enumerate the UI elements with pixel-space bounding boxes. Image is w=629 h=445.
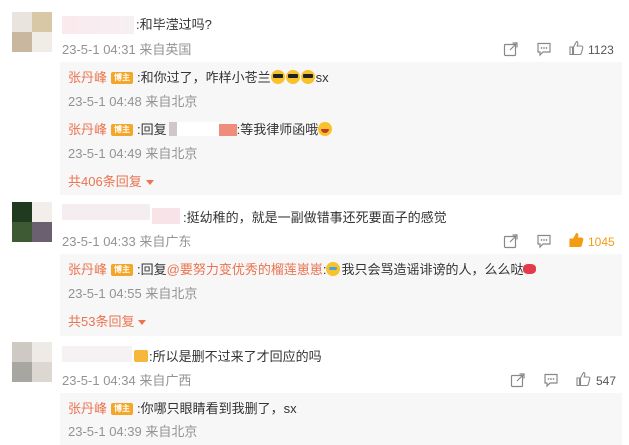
reply-text: 张丹峰 博主:你哪只眼睛看到我删了，sx <box>68 401 297 417</box>
avatar[interactable] <box>12 342 52 382</box>
comment-location: 来自广西 <box>139 373 192 388</box>
share-icon[interactable] <box>510 372 526 388</box>
reply-time: 23-5-1 04:39 <box>68 424 142 439</box>
thumbs-up-icon[interactable] <box>568 40 584 56</box>
reply-author[interactable]: 张丹峰 <box>68 262 107 277</box>
avatar[interactable] <box>12 202 52 242</box>
crying-laughing-emoji-icon <box>326 262 341 276</box>
avatar[interactable] <box>12 12 52 52</box>
reply-meta: 23-5-1 04:39 来自北京 <box>68 424 197 440</box>
reply-body: :回复 <box>137 262 167 277</box>
reply-body-end: :等我律师函哦 <box>236 122 319 137</box>
author-badge: 博主 <box>111 124 134 136</box>
reply-body: :回复 <box>137 122 167 137</box>
more-replies-label: 共406条回复 <box>68 174 142 189</box>
redacted-name <box>176 122 219 136</box>
comment-location: 来自英国 <box>139 42 192 57</box>
crown-emoji-icon <box>134 350 148 362</box>
comment-meta: 23-5-1 04:31 来自英国 <box>62 42 191 58</box>
reply-body: :你哪只眼睛看到我删了，sx <box>137 401 297 416</box>
reply-author[interactable]: 张丹峰 <box>68 401 107 416</box>
reply-author[interactable]: 张丹峰 <box>68 122 107 137</box>
sunglasses-emoji-icon <box>285 70 300 84</box>
reply-list: 张丹峰 博主:和你过了，咋样小苍兰 sx 23-5-1 04:48 来自北京 张丹峰… <box>60 62 622 195</box>
comment-location: 来自广东 <box>139 234 192 249</box>
reply-text: 张丹峰 博主:回复@要努力变优秀的榴莲崽崽: 我只会骂造谣诽谤的人，么么哒 <box>68 262 537 278</box>
reply-body: :和你过了，咋样小苍兰 <box>137 70 271 85</box>
comment-icon[interactable] <box>536 41 552 57</box>
sunglasses-emoji-icon <box>300 70 315 84</box>
reply-location: 来自北京 <box>145 146 198 161</box>
comment-meta: 23-5-1 04:33 来自广东 <box>62 234 191 250</box>
more-replies-link[interactable]: 共53条回复 <box>68 314 147 330</box>
reply-meta: 23-5-1 04:49 来自北京 <box>68 146 197 162</box>
more-replies-label: 共53条回复 <box>68 314 135 329</box>
reply-time: 23-5-1 04:49 <box>68 146 142 161</box>
reply-location: 来自北京 <box>145 94 198 109</box>
share-icon[interactable] <box>503 41 519 57</box>
reply-meta: 23-5-1 04:55 来自北京 <box>68 286 197 302</box>
like-count: 547 <box>596 374 617 388</box>
comment-body: :所以是删不过来了才回应的吗 <box>149 349 322 364</box>
chevron-down-icon <box>138 320 147 325</box>
reply-text: 张丹峰 博主:回复 :等我律师函哦 <box>68 122 333 138</box>
chevron-down-icon <box>145 180 154 185</box>
author-badge: 博主 <box>111 72 134 84</box>
username-blurred[interactable] <box>62 16 134 34</box>
reply-body-end: sx <box>315 70 329 85</box>
comment-text: :和毕滢过吗? <box>136 17 212 32</box>
username-blurred[interactable] <box>152 208 180 224</box>
reply-list: 张丹峰 博主:回复@要努力变优秀的榴莲崽崽: 我只会骂造谣诽谤的人，么么哒 23-5… <box>60 254 622 336</box>
reply-meta: 23-5-1 04:48 来自北京 <box>68 94 197 110</box>
redacted-name <box>168 122 177 136</box>
laughing-emoji-icon <box>318 122 333 136</box>
more-replies-link[interactable]: 共406条回复 <box>68 174 154 190</box>
reply-text: 张丹峰 博主:和你过了，咋样小苍兰 sx <box>68 70 329 86</box>
author-badge: 博主 <box>111 264 134 276</box>
like-count: 1123 <box>588 43 614 57</box>
redacted-name <box>218 124 237 136</box>
reply-author[interactable]: 张丹峰 <box>68 70 107 85</box>
reply-list: 张丹峰 博主:你哪只眼睛看到我删了，sx 23-5-1 04:39 来自北京 <box>60 393 622 445</box>
comment-text: :所以是删不过来了才回应的吗 <box>134 349 322 365</box>
comment-icon[interactable] <box>536 233 552 249</box>
reply-time: 23-5-1 04:48 <box>68 94 142 109</box>
comment-meta: 23-5-1 04:34 来自广西 <box>62 373 191 389</box>
mention-link[interactable]: @要努力变优秀的榴莲崽崽 <box>167 262 323 277</box>
like-count: 1045 <box>588 235 615 249</box>
share-icon[interactable] <box>503 233 519 249</box>
author-badge: 博主 <box>111 403 134 415</box>
comment-time: 23-5-1 04:31 <box>62 42 136 57</box>
sunglasses-emoji-icon <box>270 70 285 84</box>
reply-body-end: 我只会骂造谣诽谤的人，么么哒 <box>341 262 524 277</box>
thumbs-up-icon[interactable] <box>568 232 584 248</box>
username-blurred[interactable] <box>62 204 150 220</box>
reply-location: 来自北京 <box>145 286 198 301</box>
comment-time: 23-5-1 04:33 <box>62 234 136 249</box>
reply-time: 23-5-1 04:55 <box>68 286 142 301</box>
username-blurred[interactable] <box>62 346 132 362</box>
comment-text: :挺幼稚的，就是一副做错事还死要面子的感觉 <box>183 210 447 225</box>
comment-time: 23-5-1 04:34 <box>62 373 136 388</box>
comment-icon[interactable] <box>543 372 559 388</box>
thumbs-up-icon[interactable] <box>575 371 591 387</box>
reply-location: 来自北京 <box>145 424 198 439</box>
lips-emoji-icon <box>523 264 537 274</box>
